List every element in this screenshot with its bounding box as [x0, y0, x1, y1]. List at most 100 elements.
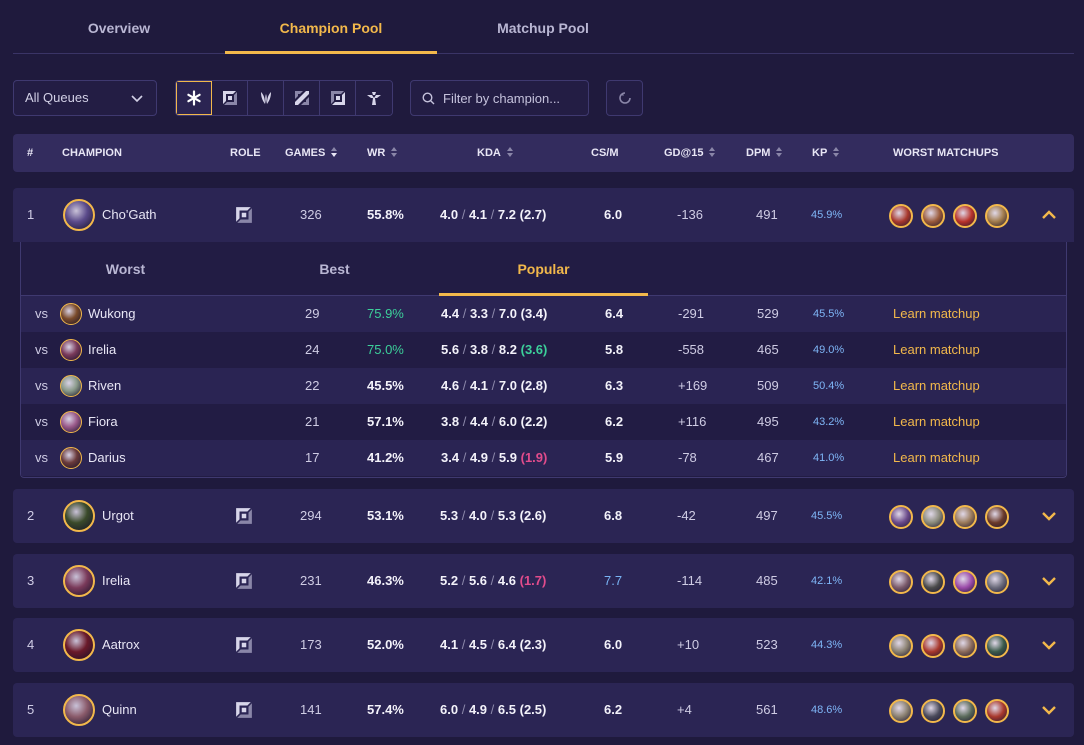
chevron-up-icon[interactable] — [1041, 208, 1057, 222]
matchup-avatar[interactable] — [921, 634, 945, 658]
col-wr[interactable]: WR — [367, 134, 398, 172]
matchup-avatar[interactable] — [889, 505, 913, 529]
champion-search — [410, 80, 589, 116]
kill-participation: 45.5% — [813, 308, 845, 320]
matchup-avatar[interactable] — [921, 570, 945, 594]
search-input[interactable] — [443, 81, 583, 115]
kills: 5.3 — [440, 508, 459, 523]
tab-champion-pool[interactable]: Champion Pool — [225, 0, 437, 54]
kill-participation: 50.4% — [813, 380, 845, 392]
champion-avatar — [63, 629, 95, 661]
top-icon — [222, 91, 237, 105]
champion-row[interactable]: 5 Quinn 141 57.4% 6.0 / 4.9 / 6.5 (2.5) … — [13, 683, 1074, 737]
champion-avatar — [63, 199, 95, 231]
col-kda[interactable]: KDA — [477, 134, 514, 172]
gold-diff-15: -42 — [677, 508, 696, 523]
role-support-button[interactable] — [356, 81, 392, 115]
subtab-best[interactable]: Best — [230, 242, 439, 296]
deaths: 4.9 — [469, 450, 489, 465]
matchup-avatar[interactable] — [953, 505, 977, 529]
vs-label: vs — [35, 414, 48, 429]
matchup-row: vs Irelia 24 75.0% 5.6 / 3.8 / 8.2 (3.6)… — [21, 332, 1066, 368]
matchup-avatar[interactable] — [953, 699, 977, 723]
learn-matchup-link[interactable]: Learn matchup — [893, 332, 980, 368]
games: 231 — [300, 573, 322, 588]
learn-matchup-link[interactable]: Learn matchup — [893, 404, 980, 440]
kda-ratio: (1.7) — [519, 573, 547, 588]
col-worst-matchups: WORST MATCHUPS — [893, 147, 999, 159]
chevron-down-icon[interactable] — [1041, 638, 1057, 652]
matchup-avatar[interactable] — [921, 699, 945, 723]
matchup-avatar[interactable] — [985, 634, 1009, 658]
matchup-avatar[interactable] — [921, 505, 945, 529]
champion-row[interactable]: 4 Aatrox 173 52.0% 4.1 / 4.5 / 6.4 (2.3)… — [13, 618, 1074, 672]
winrate: 55.8% — [367, 207, 404, 222]
col-games[interactable]: GAMES — [285, 134, 338, 172]
role-top-button[interactable] — [212, 81, 248, 115]
subtab-popular[interactable]: Popular — [439, 242, 648, 296]
winrate: 53.1% — [367, 508, 404, 523]
deaths: 4.9 — [468, 702, 488, 717]
refresh-button[interactable] — [606, 80, 643, 116]
matchup-avatar[interactable] — [953, 204, 977, 228]
tab-overview[interactable]: Overview — [13, 0, 225, 54]
chevron-down-icon[interactable] — [1041, 703, 1057, 717]
champion-row[interactable]: 3 Irelia 231 46.3% 5.2 / 5.6 / 4.6 (1.7)… — [13, 554, 1074, 608]
matchup-avatar[interactable] — [985, 505, 1009, 529]
cs-per-min: 7.7 — [604, 573, 623, 588]
kills: 4.1 — [440, 637, 459, 652]
col-kp[interactable]: KP — [812, 134, 840, 172]
matchup-avatar[interactable] — [921, 204, 945, 228]
matchup-avatar[interactable] — [985, 699, 1009, 723]
kills: 4.6 — [441, 378, 460, 393]
matchup-avatar[interactable] — [889, 204, 913, 228]
matchup-avatar[interactable] — [985, 204, 1009, 228]
worst-matchups — [889, 570, 1009, 594]
matchup-avatar[interactable] — [889, 634, 913, 658]
kda: 4.0 / 4.1 / 7.2 (2.7) — [440, 207, 547, 222]
top-icon — [236, 573, 252, 589]
learn-matchup-link[interactable]: Learn matchup — [893, 296, 980, 332]
col-gd15[interactable]: GD@15 — [664, 134, 716, 172]
chevron-down-icon[interactable] — [1041, 509, 1057, 523]
matchup-avatar[interactable] — [889, 570, 913, 594]
tab-matchup-pool[interactable]: Matchup Pool — [437, 0, 649, 54]
matchup-avatar[interactable] — [985, 570, 1009, 594]
dpm: 491 — [756, 207, 778, 222]
opponent-avatar — [60, 339, 82, 361]
matchup-row: vs Fiora 21 57.1% 3.8 / 4.4 / 6.0 (2.2) … — [21, 404, 1066, 440]
gold-diff-15: -136 — [677, 207, 704, 222]
top-icon — [236, 508, 252, 524]
queue-select[interactable]: All Queues — [13, 80, 157, 116]
top-icon — [236, 702, 252, 718]
winrate: 41.2% — [367, 450, 404, 465]
matchup-avatar[interactable] — [953, 634, 977, 658]
champion-row[interactable]: 1 Cho'Gath 326 55.8% 4.0 / 4.1 / 7.2 (2.… — [13, 188, 1074, 242]
cs-per-min: 6.0 — [604, 637, 623, 652]
champion-name: Cho'Gath — [102, 207, 157, 222]
role-all-button[interactable] — [176, 81, 212, 115]
role-bot-button[interactable] — [320, 81, 356, 115]
assists: 7.2 — [497, 207, 516, 222]
learn-matchup-link[interactable]: Learn matchup — [893, 368, 980, 404]
matchup-avatar[interactable] — [953, 570, 977, 594]
dpm: 529 — [757, 306, 779, 321]
gold-diff-15: -114 — [677, 573, 703, 588]
role-jungle-button[interactable] — [248, 81, 284, 115]
matchup-avatar[interactable] — [889, 699, 913, 723]
worst-matchups — [889, 204, 1009, 228]
subtab-worst[interactable]: Worst — [21, 242, 230, 296]
dpm: 485 — [756, 573, 778, 588]
col-dpm[interactable]: DPM — [746, 134, 783, 172]
kda-ratio: (2.3) — [519, 637, 547, 652]
cs-per-min: 5.9 — [605, 450, 624, 465]
learn-matchup-link[interactable]: Learn matchup — [893, 440, 980, 476]
opponent-name: Riven — [88, 378, 122, 393]
top-icon — [236, 637, 252, 653]
opponent-avatar — [60, 411, 82, 433]
kills: 5.6 — [441, 342, 460, 357]
role-mid-button[interactable] — [284, 81, 320, 115]
kda-ratio: (2.8) — [520, 378, 548, 393]
champion-row[interactable]: 2 Urgot 294 53.1% 5.3 / 4.0 / 5.3 (2.6) … — [13, 489, 1074, 543]
chevron-down-icon[interactable] — [1041, 574, 1057, 588]
